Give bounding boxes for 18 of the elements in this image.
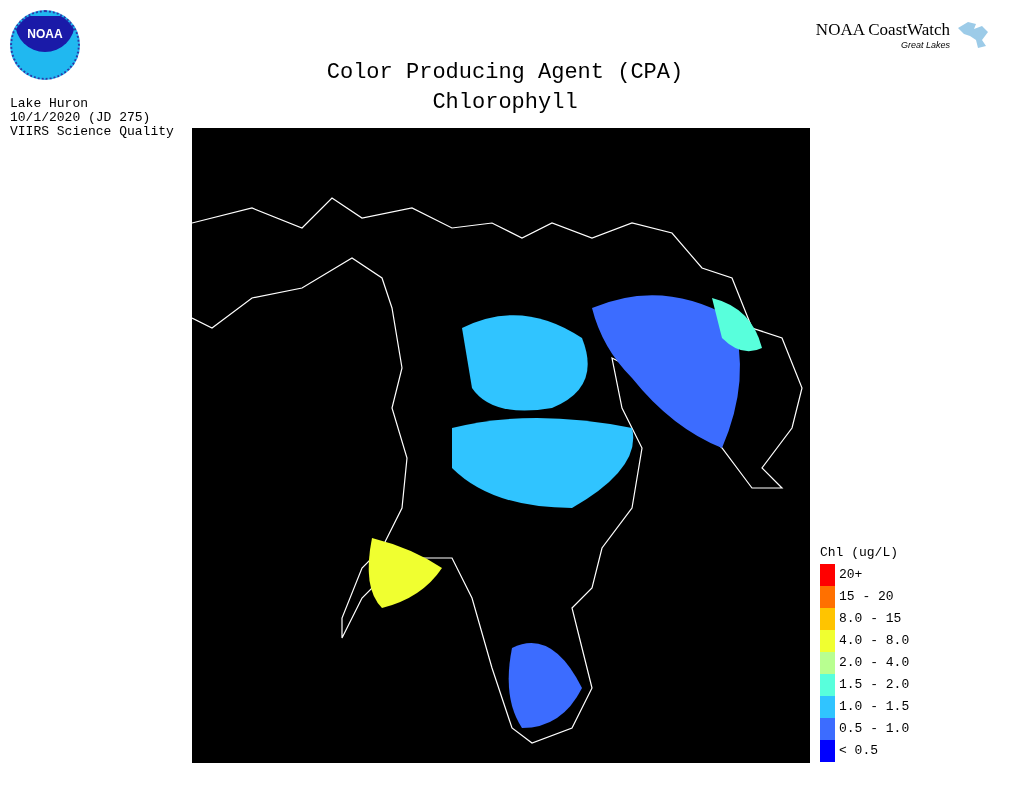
legend-label: < 0.5 [839, 742, 878, 761]
info-text: Lake Huron [10, 97, 89, 111]
legend-label: 1.5 - 2.0 [839, 676, 910, 695]
info-text: 10/1/2020 (JD 275) [10, 111, 152, 125]
legend-label: 20+ [839, 566, 863, 585]
legend-label: 1.0 - 1.5 [839, 698, 910, 717]
logo-text: NOAA [27, 26, 63, 43]
legend-label: 0.5 - 1.0 [839, 720, 910, 739]
legend-label: 8.0 - 15 [839, 610, 902, 629]
legend-title: Chl (ug/L) [820, 544, 899, 562]
brand-subtitle: Great Lakes [900, 40, 950, 50]
info-text: VIIRS Science Quality [10, 125, 174, 139]
chart-title: Chlorophyll [432, 89, 578, 117]
legend-label: 15 - 20 [839, 588, 894, 607]
legend-label: 4.0 - 8.0 [839, 632, 910, 651]
brand-name: NOAA CoastWatch [815, 20, 950, 40]
chart-title: Color Producing Agent (CPA) [326, 59, 684, 87]
legend-label: 2.0 - 4.0 [839, 654, 910, 673]
